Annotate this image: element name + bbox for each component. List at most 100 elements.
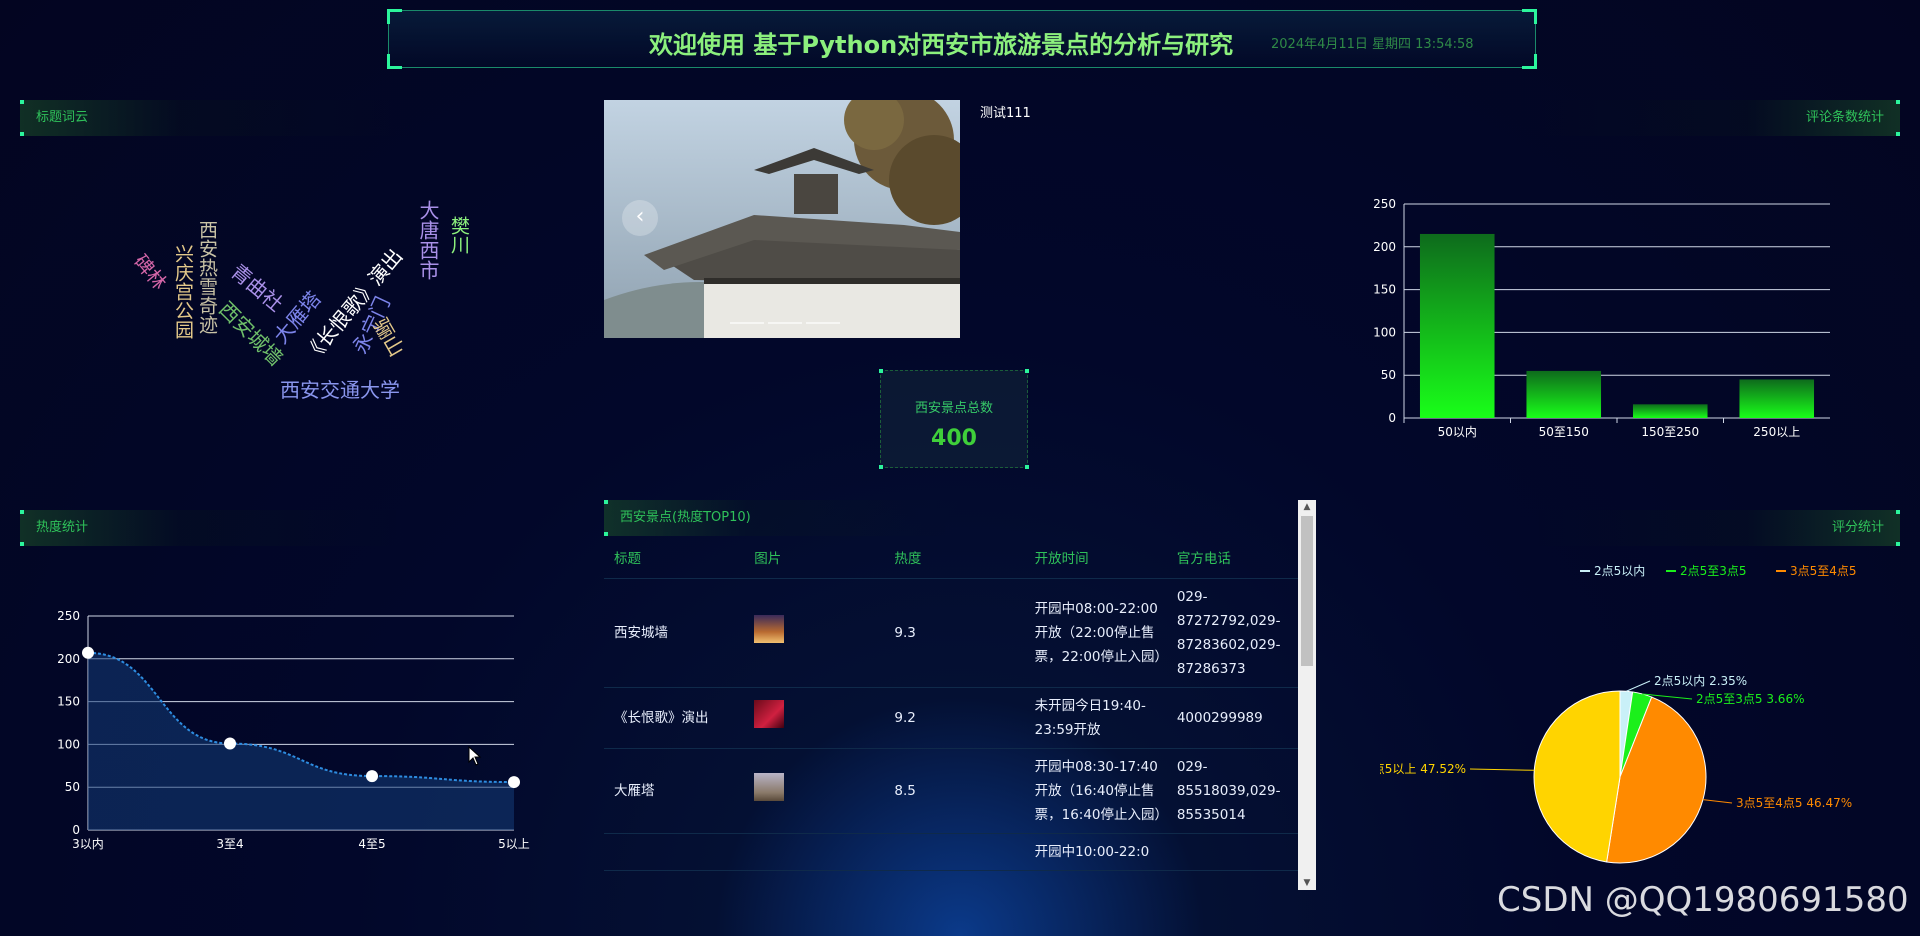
cell-open-time: 开园中10:00-22:0 [1024,833,1167,871]
scroll-up-icon[interactable]: ▲ [1298,500,1316,514]
pie-label-line [1702,799,1733,804]
cell-heat: 9.2 [884,687,1025,749]
x-tick-label: 3以内 [72,837,104,851]
table-row[interactable]: 《长恨歌》演出 9.2 未开园今日19:40-23:59开放 400029998… [604,687,1298,749]
column-header: 开放时间 [1024,536,1167,579]
chevron-left-icon: ‹ [635,204,645,229]
panel-title-text: 评分统计 [1831,520,1884,535]
corner-dot [1025,369,1029,373]
table-panel-title: 西安景点(热度TOP10) [604,500,960,536]
corner-decoration [387,54,402,69]
panel-title-text: 评论条数统计 [1805,110,1884,125]
y-tick-label: 50 [1381,368,1396,382]
top10-table: 标题 图片 热度 开放时间 官方电话 西安城墙 9.3 开园中08:00-22:… [604,536,1298,871]
bar [1526,370,1602,418]
page-title: 欢迎使用 基于Python对西安市旅游景点的分析与研究 [649,31,1234,59]
y-tick-label: 200 [57,652,80,666]
table-scrollbar[interactable]: ▲ ▼ [1298,500,1316,890]
pie-label-line [1626,680,1651,692]
scroll-down-icon[interactable]: ▼ [1298,876,1316,890]
data-point [82,646,94,659]
legend-label: 2点5以内 [1594,564,1645,578]
carousel-dot[interactable] [768,322,802,324]
x-tick-label: 4至5 [358,837,385,851]
cell-open-time: 未开园今日19:40-23:59开放 [1024,687,1167,749]
wordcloud-word: 大唐西市 [416,200,440,280]
thumbnail-image[interactable] [754,615,785,643]
x-tick-label: 150至250 [1641,425,1699,439]
y-tick-label: 250 [57,609,80,623]
cell-image [744,687,885,749]
cell-open-time: 开园中08:00-22:00开放（22:00停止售票，22:00停止入园） [1024,578,1168,688]
cell-heat: 8.5 [884,748,1025,834]
x-tick-label: 250以上 [1753,425,1800,439]
cell-image [744,833,885,871]
column-header: 官方电话 [1166,536,1298,579]
x-tick-label: 5以上 [498,837,530,851]
cell-phone: 029-85518039,029-85535014 [1166,748,1298,834]
table-row[interactable]: 西安城墙 9.3 开园中08:00-22:00开放（22:00停止售票，22:0… [604,578,1298,688]
cell-open-time: 开园中08:30-17:40开放（16:40停止售票，16:40停止入园） [1024,748,1168,834]
data-point [366,770,378,783]
total-label: 西安景点总数 [914,401,993,416]
mouse-cursor-icon [468,746,482,766]
x-tick-label: 50至150 [1539,425,1589,439]
datetime-display: 2024年4月11日 星期四 13:54:58 [1271,37,1474,52]
cell-heat: 9.3 [884,578,1025,688]
carousel-prev-button[interactable]: ‹ [622,200,658,236]
wordcloud-panel-title: 标题词云 [20,100,416,136]
column-header: 标题 [604,536,745,579]
total-attractions-card: 西安景点总数 400 [879,369,1029,469]
top10-table-panel: 西安景点(热度TOP10) 标题 图片 热度 开放时间 官方电话 西安城墙 9.… [604,500,1316,890]
pie-slice [1533,690,1621,863]
comments-bar-chart: 0 50 100 150 200 250 50以内 50至150 150至250 250以上 [1373,197,1830,439]
cell-phone: 029-87272792,029-87283602,029-87286373 [1166,578,1298,688]
column-header: 热度 [884,536,1025,579]
y-tick-label: 200 [1373,240,1396,254]
y-tick-label: 50 [65,780,80,794]
panel-title-text: 标题词云 [36,110,89,125]
bar [1419,233,1495,418]
word-cloud: 碑林 西安热雪奇迹 兴庆宫公园 青曲社 西安城墙 大雁塔 《长恨歌》演出 永宁门… [110,190,470,420]
area-fill [88,652,514,830]
table-row[interactable]: 开园中10:00-22:0 [604,833,1298,871]
thumbnail-image[interactable] [754,700,785,728]
rating-panel-title: 评分统计 [1520,510,1900,546]
corner-dot [20,100,24,104]
table-row[interactable]: 大雁塔 8.5 开园中08:30-17:40开放（16:40停止售票，16:40… [604,748,1298,834]
data-point [508,776,520,789]
pie-slice-label: 2点5至3点5 3.66% [1696,692,1804,706]
y-tick-label: 0 [1388,411,1396,425]
corner-dot [1025,465,1029,469]
corner-dot [1896,510,1900,514]
column-header: 图片 [744,536,885,579]
carousel-dot[interactable] [730,322,764,324]
corner-decoration [387,9,402,24]
scrollbar-thumb[interactable] [1301,516,1313,666]
y-tick-label: 100 [57,737,80,751]
thumbnail-image[interactable] [754,773,785,801]
header-bar: 欢迎使用 基于Python对西安市旅游景点的分析与研究 2024年4月11日 星… [387,9,1537,69]
carousel-dot[interactable] [806,322,840,324]
data-point [224,737,236,750]
carousel-caption: 测试111 [980,106,1031,121]
pie-slice-label: 4点5以上 47.52% [1380,762,1466,776]
wordcloud-word: 碑林 [129,250,171,295]
wordcloud-word: 樊川 [448,216,470,254]
corner-dot [20,510,24,514]
x-tick-label: 3至4 [216,837,243,851]
corner-dot [879,369,883,373]
cell-image [744,748,885,834]
corner-dot [879,465,883,469]
corner-dot [1896,542,1900,546]
carousel-indicators[interactable] [730,309,844,328]
image-carousel[interactable]: ‹ [604,100,960,338]
heat-panel-title: 热度统计 [20,510,416,546]
cell-title [604,833,745,871]
cell-phone [1166,833,1298,871]
y-tick-label: 150 [57,695,80,709]
pie-slice-label: 3点5至4点5 46.47% [1736,796,1852,810]
x-tick-label: 50以内 [1438,425,1477,439]
rating-pie-chart: 2点5以内2点5至3点53点5至4点54点5以上2点5以内 2.35%2点5至3… [1380,564,1857,864]
pie-slice-label: 2点5以内 2.35% [1654,674,1747,688]
